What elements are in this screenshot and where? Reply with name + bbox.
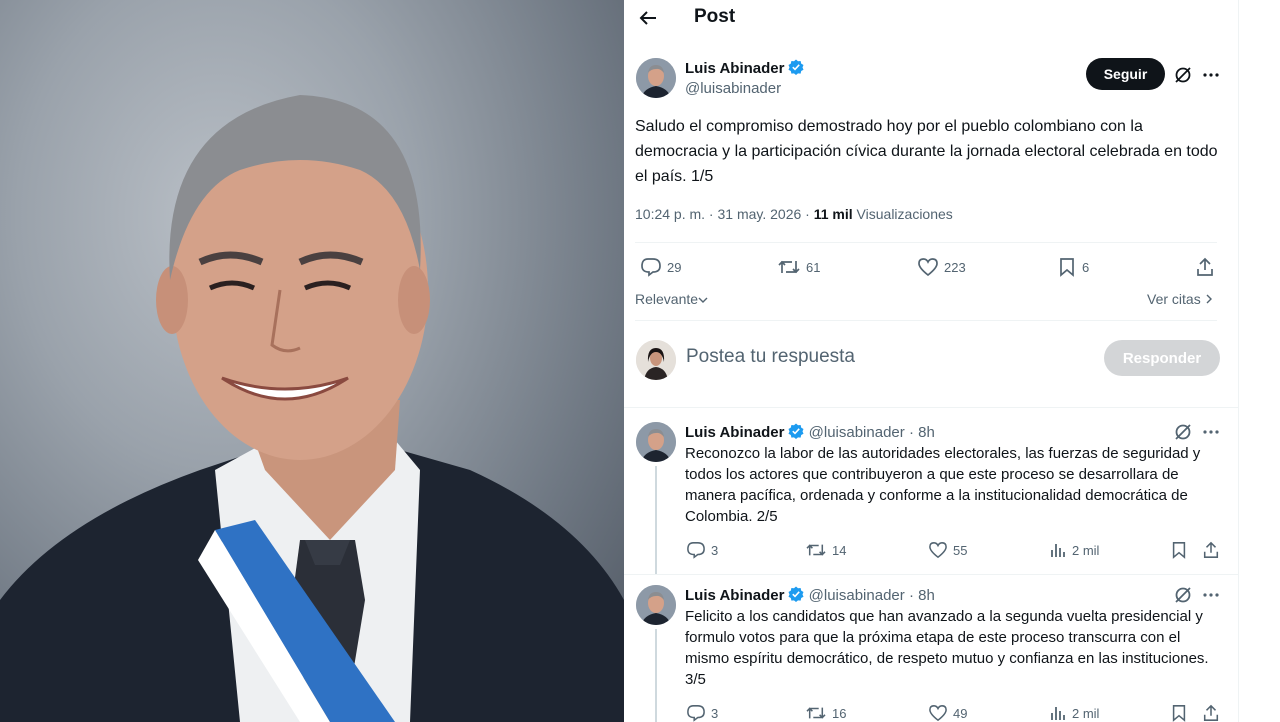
- bookmark-icon: [1172, 542, 1186, 559]
- chevron-right-icon: [1206, 294, 1212, 304]
- sort-selector[interactable]: Relevante: [635, 291, 708, 307]
- repost-icon: [778, 260, 800, 274]
- reply-icon: [687, 542, 705, 559]
- views-icon: [1051, 707, 1065, 720]
- top-bar: Post: [624, 0, 1238, 36]
- author-name[interactable]: Luis Abinader: [685, 587, 784, 604]
- post-meta: 10:24 p. m. · 31 may. 2026 · 11 mil Visu…: [635, 206, 953, 222]
- repost-count: 14: [832, 542, 847, 558]
- like-icon: [929, 542, 947, 559]
- reply-icon: [641, 258, 661, 277]
- reply-button[interactable]: 29: [640, 257, 681, 277]
- thread-post-header: Luis Abinader @luisabinader · 8h: [685, 586, 935, 604]
- post-timestamp[interactable]: 10:24 p. m. · 31 may. 2026 ·: [635, 206, 810, 222]
- views-count: 11 mil: [813, 206, 853, 222]
- author-avatar[interactable]: [636, 585, 676, 625]
- views-icon: [1051, 544, 1065, 557]
- author-handle[interactable]: @luisabinader: [809, 587, 905, 604]
- reply-button[interactable]: 3: [686, 541, 718, 559]
- author-handle[interactable]: @luisabinader: [809, 424, 905, 441]
- repost-button[interactable]: 14: [805, 541, 846, 559]
- post-text: Saludo el compromiso demostrado hoy por …: [635, 118, 1218, 185]
- follow-button[interactable]: Seguir: [1086, 58, 1165, 90]
- like-button[interactable]: 55: [928, 541, 967, 559]
- share-icon: [1203, 704, 1219, 721]
- bookmark-button[interactable]: [1170, 704, 1193, 722]
- bookmark-button[interactable]: 6: [1057, 257, 1089, 277]
- views-count: 2 mil: [1072, 542, 1100, 558]
- page-title: Post: [694, 6, 736, 27]
- more-icon[interactable]: [1202, 586, 1220, 604]
- like-button[interactable]: 49: [928, 704, 967, 722]
- share-icon: [1203, 541, 1219, 558]
- view-quotes-label: Ver citas: [1147, 291, 1201, 307]
- thread-post-text: Reconozco la labor de las autoridades el…: [685, 445, 1201, 525]
- thread-post-header: Luis Abinader @luisabinader · 8h: [685, 423, 935, 441]
- reply-count: 3: [711, 705, 719, 721]
- reply-count: 29: [667, 259, 682, 275]
- views-button[interactable]: 2 mil: [1049, 541, 1099, 559]
- like-button[interactable]: 223: [917, 257, 966, 277]
- grok-icon[interactable]: [1174, 423, 1192, 441]
- author-avatar[interactable]: [636, 58, 676, 98]
- bookmark-icon: [1060, 258, 1074, 277]
- divider: [635, 320, 1217, 321]
- repost-button[interactable]: 16: [805, 704, 846, 722]
- author-name[interactable]: Luis Abinader: [685, 424, 784, 441]
- like-count: 55: [953, 542, 968, 558]
- reply-submit-button[interactable]: Responder: [1104, 340, 1220, 376]
- bookmark-icon: [1172, 705, 1186, 722]
- like-count: 49: [953, 705, 968, 721]
- author-name-row[interactable]: Luis Abinader: [685, 59, 804, 78]
- like-icon: [929, 705, 947, 722]
- author-name[interactable]: Luis Abinader: [685, 60, 784, 77]
- like-count: 223: [944, 259, 966, 275]
- divider: [624, 407, 1238, 408]
- divider: [624, 574, 1238, 575]
- views-button[interactable]: 2 mil: [1049, 704, 1099, 722]
- share-button[interactable]: [1195, 257, 1220, 277]
- repost-button[interactable]: 61: [777, 257, 820, 277]
- verified-badge-icon: [788, 423, 804, 439]
- views-label: Visualizaciones: [856, 206, 953, 222]
- reply-icon: [687, 705, 705, 722]
- post-panel: Post Luis Abinader @luisabinader Seguir …: [624, 0, 1238, 722]
- more-icon[interactable]: [1202, 66, 1220, 84]
- thread-post-text: Felicito a los candidatos que han avanza…: [685, 608, 1209, 688]
- repost-icon: [806, 544, 826, 556]
- grok-icon[interactable]: [1174, 586, 1192, 604]
- view-quotes-link[interactable]: Ver citas: [1147, 291, 1213, 307]
- post-age[interactable]: · 8h: [909, 587, 935, 604]
- divider: [635, 242, 1217, 243]
- repost-count: 16: [832, 705, 847, 721]
- chevron-down-icon: [698, 297, 708, 303]
- reply-button[interactable]: 3: [686, 704, 718, 722]
- share-icon: [1197, 257, 1213, 276]
- verified-badge-icon: [788, 586, 804, 602]
- share-button[interactable]: [1202, 704, 1225, 722]
- share-button[interactable]: [1202, 541, 1225, 559]
- author-avatar[interactable]: [636, 422, 676, 462]
- verified-badge-icon: [788, 59, 804, 75]
- back-arrow-icon[interactable]: [638, 8, 658, 28]
- thread-connector: [655, 629, 657, 722]
- post-age[interactable]: · 8h: [909, 424, 935, 441]
- repost-count: 61: [806, 259, 821, 275]
- sort-label: Relevante: [635, 291, 699, 307]
- portrait-photo: [0, 0, 624, 722]
- bookmark-count: 6: [1082, 259, 1090, 275]
- bookmark-button[interactable]: [1170, 541, 1193, 559]
- thread-connector: [655, 466, 657, 574]
- reply-count: 3: [711, 542, 719, 558]
- more-icon[interactable]: [1202, 423, 1220, 441]
- views-count: 2 mil: [1072, 705, 1100, 721]
- grok-icon[interactable]: [1174, 66, 1192, 84]
- repost-icon: [806, 707, 826, 719]
- current-user-avatar[interactable]: [636, 340, 676, 380]
- like-icon: [918, 258, 938, 277]
- reply-input[interactable]: [686, 346, 1046, 368]
- right-gutter: [1238, 0, 1280, 722]
- author-handle[interactable]: @luisabinader: [685, 80, 781, 97]
